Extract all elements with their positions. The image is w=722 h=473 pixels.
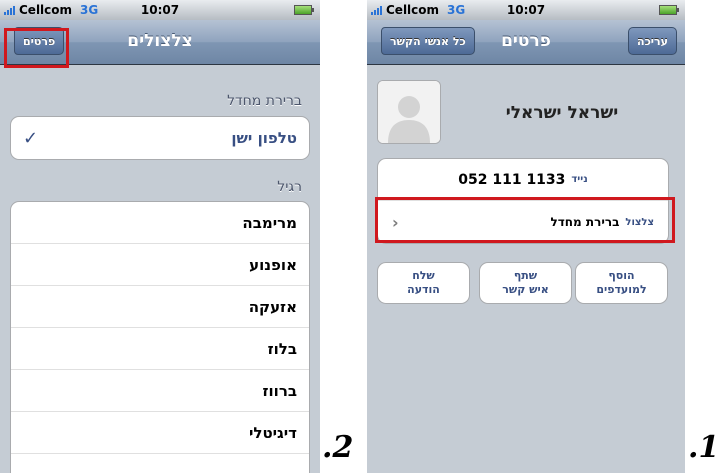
figure-caption-2: .2 <box>322 430 354 465</box>
button-label-line2: הודעה <box>407 283 440 296</box>
button-label-line2: איש קשר <box>502 283 549 296</box>
ringtone-label: אזעקה <box>248 297 297 316</box>
ringtone-label: דיגיטלי <box>248 423 297 442</box>
clock: 10:07 <box>506 3 546 17</box>
add-to-favorites-button[interactable]: הוסף למועדפים <box>575 262 668 304</box>
regular-section-header: רגיל <box>277 179 302 195</box>
default-ringtone-group: ✓ טלפון ישן <box>10 116 310 160</box>
ringtone-label: מרימבה <box>242 213 297 232</box>
list-item[interactable]: בלוז <box>11 328 309 370</box>
edit-button[interactable]: עריכה <box>628 27 677 55</box>
list-item[interactable]: אופנוע <box>11 244 309 286</box>
ringtone-label: ברווז <box>262 381 297 400</box>
ringtone-row-highlight <box>375 197 675 243</box>
figure-caption-1: .1 <box>688 430 720 465</box>
checkmark-icon: ✓ <box>23 127 39 149</box>
back-button-highlight <box>4 28 69 68</box>
button-label-line1: שתף <box>513 269 538 282</box>
status-bar: Cellcom 3G 10:07 <box>367 0 685 20</box>
clock: 10:07 <box>140 3 180 17</box>
ringtone-label: אופנוע <box>249 255 297 274</box>
ringtone-selected-label: טלפון ישן <box>231 129 297 147</box>
ringtones-screen: Cellcom 3G 10:07 פרטים צלצולים ברירת מחד… <box>0 0 320 473</box>
button-label-line1: הוסף <box>608 269 635 282</box>
button-label-line1: שלח <box>412 269 435 282</box>
battery-icon <box>294 5 314 15</box>
phone-number: 052 111 1133 <box>458 171 566 188</box>
status-bar: Cellcom 3G 10:07 <box>0 0 320 20</box>
person-silhouette-icon <box>378 81 440 143</box>
ringtone-selected-item[interactable]: ✓ טלפון ישן <box>11 117 309 159</box>
list-item[interactable]: מרימבה <box>11 202 309 244</box>
default-section-header: ברירת מחדל <box>227 93 302 109</box>
nav-bar: כל אנשי הקשר פרטים עריכה <box>367 20 685 65</box>
send-message-button[interactable]: שלח הודעה <box>377 262 470 304</box>
button-label-line2: למועדפים <box>596 283 647 296</box>
list-item[interactable]: דיגיטלי <box>11 412 309 454</box>
ringtone-list: מרימבה אופנוע אזעקה בלוז ברווז דיגיטלי <box>10 201 310 473</box>
contact-photo[interactable] <box>377 80 441 144</box>
ringtone-label: בלוז <box>267 339 297 358</box>
phone-type-label: נייד <box>571 174 588 185</box>
list-item[interactable]: ברווז <box>11 370 309 412</box>
list-item[interactable]: אזעקה <box>11 286 309 328</box>
contact-details-screen: Cellcom 3G 10:07 כל אנשי הקשר פרטים עריכ… <box>367 0 685 473</box>
contact-name: ישראל ישראלי <box>505 103 619 123</box>
phone-row[interactable]: 052 111 1133 נייד <box>378 159 668 201</box>
share-contact-button[interactable]: שתף איש קשר <box>479 262 572 304</box>
battery-icon <box>659 5 679 15</box>
